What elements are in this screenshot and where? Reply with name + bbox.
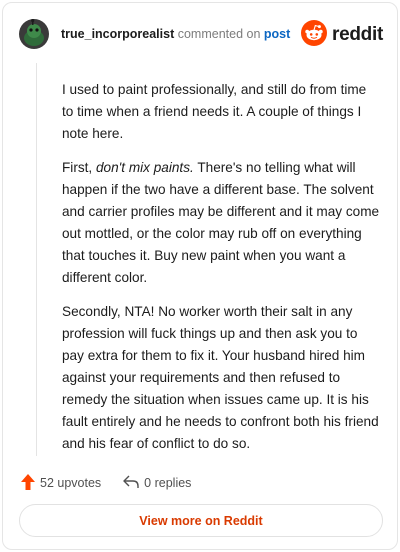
reddit-brand[interactable]: reddit: [301, 19, 383, 51]
comment-paragraph: I used to paint professionally, and stil…: [62, 82, 367, 141]
commented-label: commented on: [177, 27, 261, 41]
reply-button[interactable]: 0 replies: [123, 475, 191, 492]
upvote-arrow-icon: [21, 473, 40, 493]
comment-body: I used to paint professionally, and stil…: [62, 79, 380, 467]
reply-count: 0 replies: [144, 476, 192, 490]
comment-paragraph: First, don't mix paints. There's no tell…: [62, 160, 380, 285]
comment-actions: 52 upvotes 0 replies: [21, 473, 213, 493]
reddit-comment-embed: true_incorporealist commented on post re…: [2, 2, 398, 550]
view-more-button[interactable]: View more on Reddit: [19, 504, 383, 537]
username[interactable]: true_incorporealist: [61, 27, 174, 41]
comment-paragraph: Secondly, NTA! No worker worth their sal…: [62, 304, 379, 451]
reply-icon: [123, 475, 144, 492]
post-link[interactable]: post: [264, 27, 290, 41]
thread-line: [36, 63, 37, 456]
reddit-wordmark: reddit: [332, 24, 383, 45]
comment-header: true_incorporealist commented on post re…: [19, 17, 383, 57]
emphasis-text: don't mix paints.: [95, 160, 194, 175]
upvote-count: 52 upvotes: [40, 476, 102, 490]
reddit-logo-icon: [301, 19, 328, 51]
upvote-button[interactable]: 52 upvotes: [21, 473, 102, 493]
comment-meta: true_incorporealist commented on post: [61, 27, 290, 41]
avatar[interactable]: [19, 18, 49, 49]
